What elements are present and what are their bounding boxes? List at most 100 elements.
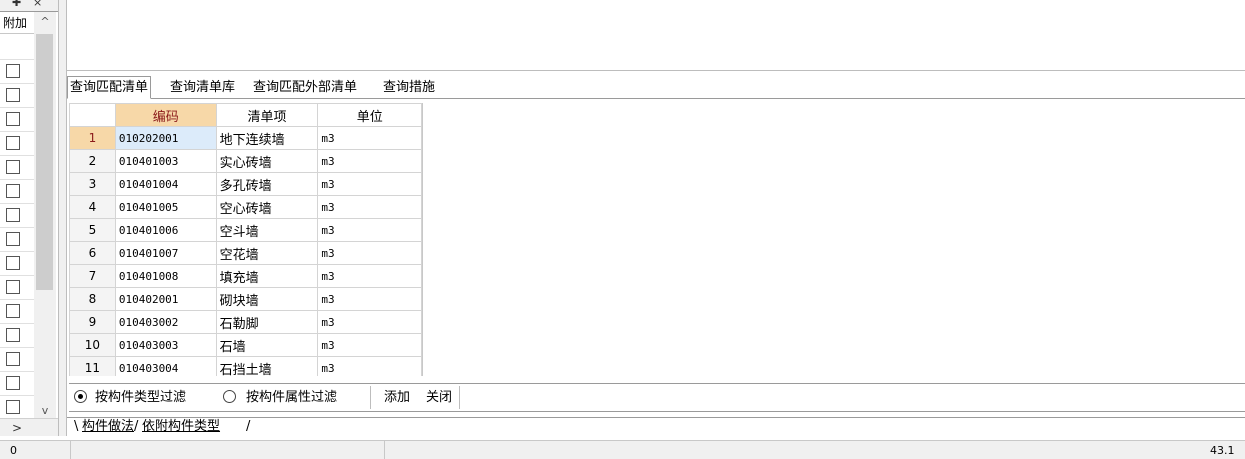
filter-by-attribute-label[interactable]: 按构件属性过滤 [246, 384, 337, 411]
checkbox[interactable] [6, 304, 20, 318]
table-row[interactable]: 6 010401007 空花墙 m3 [69, 241, 422, 265]
left-vertical-scrollbar[interactable]: ^ v [34, 12, 56, 420]
checkbox[interactable] [6, 112, 20, 126]
item-cell[interactable]: 空心砖墙 [215, 195, 319, 219]
code-cell[interactable]: 010401003 [114, 149, 217, 173]
row-number: 11 [69, 356, 116, 376]
code-cell[interactable]: 010202001 [114, 126, 217, 150]
item-cell[interactable]: 空花墙 [215, 241, 319, 265]
close-button[interactable]: 关闭 [426, 384, 452, 411]
checkbox[interactable] [6, 136, 20, 150]
scroll-right-icon[interactable]: > [0, 419, 34, 436]
unit-cell[interactable]: m3 [317, 149, 422, 173]
checkbox[interactable] [6, 280, 20, 294]
unit-cell[interactable]: m3 [317, 287, 422, 311]
unit-cell[interactable]: m3 [317, 333, 422, 357]
left-horizontal-scrollbar[interactable]: > [0, 418, 58, 436]
unit-cell[interactable]: m3 [317, 241, 422, 265]
code-cell[interactable]: 010403004 [114, 356, 217, 376]
left-panel: ✚ × 附加 ^ v > [0, 0, 58, 436]
checkbox[interactable] [6, 160, 20, 174]
scroll-up-icon[interactable]: ^ [34, 12, 56, 32]
left-panel-titlebar: ✚ × [0, 0, 58, 12]
unit-cell[interactable]: m3 [317, 356, 422, 376]
tab-separator: \ [74, 419, 79, 434]
status-segment [70, 441, 385, 459]
row-number-header [69, 103, 116, 127]
list-item [0, 228, 34, 252]
code-column-header[interactable]: 编码 [114, 103, 217, 127]
item-cell[interactable]: 多孔砖墙 [215, 172, 319, 196]
upper-panel [67, 0, 1245, 71]
table-row[interactable]: 7 010401008 填充墙 m3 [69, 264, 422, 288]
checkbox[interactable] [6, 376, 20, 390]
filter-by-type-label[interactable]: 按构件类型过滤 [95, 384, 186, 411]
table-row[interactable]: 11 010403004 石挡土墙 m3 [69, 356, 422, 376]
item-cell[interactable]: 填充墙 [215, 264, 319, 288]
scroll-thumb[interactable] [36, 34, 53, 290]
item-cell[interactable]: 砌块墙 [215, 287, 319, 311]
table-row[interactable]: 8 010402001 砌块墙 m3 [69, 287, 422, 311]
pin-icon[interactable]: ✚ [12, 0, 21, 8]
tab-query-matched-external-list[interactable]: 查询匹配外部清单 [251, 77, 359, 98]
unit-cell[interactable]: m3 [317, 126, 422, 150]
panel-splitter[interactable] [58, 0, 67, 436]
unit-cell[interactable]: m3 [317, 172, 422, 196]
status-right-text: 43.1 [1210, 444, 1235, 457]
code-cell[interactable]: 010401007 [114, 241, 217, 265]
checkbox[interactable] [6, 208, 20, 222]
left-checkbox-list [0, 34, 34, 436]
status-bar: 0 43.1 [0, 440, 1245, 459]
checkbox[interactable] [6, 352, 20, 366]
unit-cell[interactable]: m3 [317, 310, 422, 334]
table-row[interactable]: 9 010403002 石勒脚 m3 [69, 310, 422, 334]
code-cell[interactable]: 010401006 [114, 218, 217, 242]
checkbox[interactable] [6, 88, 20, 102]
checkbox[interactable] [6, 184, 20, 198]
filter-bar: 按构件类型过滤 按构件属性过滤 添加 关闭 [69, 383, 1245, 412]
item-cell[interactable]: 石墙 [215, 333, 319, 357]
unit-cell[interactable]: m3 [317, 218, 422, 242]
checkbox[interactable] [6, 232, 20, 246]
tab-query-measures[interactable]: 查询措施 [381, 77, 437, 98]
checkbox[interactable] [6, 400, 20, 414]
filter-by-type-radio[interactable] [74, 390, 87, 403]
unit-column-header[interactable]: 单位 [317, 103, 422, 127]
unit-cell[interactable]: m3 [317, 264, 422, 288]
checkbox[interactable] [6, 328, 20, 342]
list-item [0, 108, 34, 132]
table-row[interactable]: 10 010403003 石墙 m3 [69, 333, 422, 357]
status-left-text: 0 [10, 444, 17, 457]
checkbox[interactable] [6, 256, 20, 270]
code-cell[interactable]: 010403002 [114, 310, 217, 334]
status-segment: 0 [0, 441, 71, 459]
table-row[interactable]: 5 010401006 空斗墙 m3 [69, 218, 422, 242]
item-cell[interactable]: 石勒脚 [215, 310, 319, 334]
left-column-header: 附加 [0, 12, 34, 34]
table-row[interactable]: 1 010202001 地下连续墙 m3 [69, 126, 422, 150]
tab-query-matched-list[interactable]: 查询匹配清单 [67, 76, 152, 99]
item-cell[interactable]: 实心砖墙 [215, 149, 319, 173]
code-cell[interactable]: 010403003 [114, 333, 217, 357]
code-cell[interactable]: 010401008 [114, 264, 217, 288]
add-button[interactable]: 添加 [384, 384, 410, 411]
list-item [0, 252, 34, 276]
unit-cell[interactable]: m3 [317, 195, 422, 219]
filter-by-attribute-radio[interactable] [223, 390, 236, 403]
item-cell[interactable]: 地下连续墙 [215, 126, 319, 150]
table-row[interactable]: 2 010401003 实心砖墙 m3 [69, 149, 422, 173]
close-icon[interactable]: × [33, 0, 42, 8]
checkbox[interactable] [6, 64, 20, 78]
tab-dependent-component-type[interactable]: 依附构件类型 [142, 418, 220, 436]
code-cell[interactable]: 010402001 [114, 287, 217, 311]
item-cell[interactable]: 空斗墙 [215, 218, 319, 242]
item-cell[interactable]: 石挡土墙 [215, 356, 319, 376]
tab-query-list-library[interactable]: 查询清单库 [168, 77, 237, 98]
tab-component-method[interactable]: 构件做法 [82, 418, 134, 436]
code-cell[interactable]: 010401004 [114, 172, 217, 196]
table-row[interactable]: 4 010401005 空心砖墙 m3 [69, 195, 422, 219]
row-number: 7 [69, 264, 116, 288]
code-cell[interactable]: 010401005 [114, 195, 217, 219]
table-row[interactable]: 3 010401004 多孔砖墙 m3 [69, 172, 422, 196]
item-column-header[interactable]: 清单项 [215, 103, 319, 127]
